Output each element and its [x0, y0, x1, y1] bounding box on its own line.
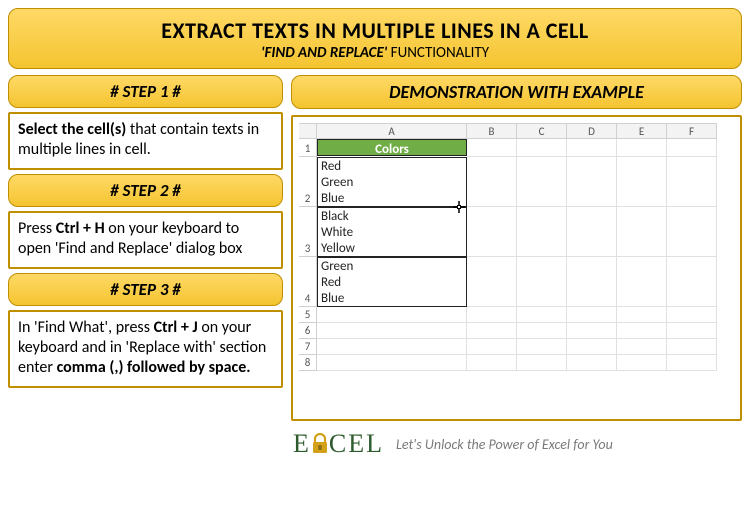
cell-e3[interactable] — [617, 207, 667, 257]
col-header-f[interactable]: F — [667, 123, 717, 139]
page-subtitle: 'FIND AND REPLACE' FUNCTIONALITY — [19, 44, 731, 62]
cell-d3[interactable] — [567, 207, 617, 257]
step-3-body: In 'Find What', press Ctrl + J on your k… — [8, 310, 283, 388]
cell-f3[interactable] — [667, 207, 717, 257]
cell-b4[interactable] — [467, 257, 517, 307]
row-header-3[interactable]: 3 — [299, 207, 317, 257]
lock-icon — [310, 431, 330, 457]
select-all-corner[interactable] — [299, 123, 317, 139]
row-7: 7 — [299, 339, 734, 355]
row-header-6[interactable]: 6 — [299, 323, 317, 339]
cell-c2[interactable] — [517, 157, 567, 207]
col-header-a[interactable]: A — [317, 123, 467, 139]
cell-c1[interactable] — [517, 139, 567, 157]
footer: E CEL Let's Unlock the Power of Excel fo… — [291, 427, 742, 457]
row-header-8[interactable]: 8 — [299, 355, 317, 371]
col-header-d[interactable]: D — [567, 123, 617, 139]
col-header-c[interactable]: C — [517, 123, 567, 139]
cell-e1[interactable] — [617, 139, 667, 157]
col-header-b[interactable]: B — [467, 123, 517, 139]
cell-a4[interactable]: Green Red Blue — [317, 257, 467, 307]
cell-e2[interactable] — [617, 157, 667, 207]
row-header-5[interactable]: 5 — [299, 307, 317, 323]
step-3-header: # STEP 3 # — [8, 273, 283, 306]
spreadsheet[interactable]: A B C D E F 1 Colors 2 — [299, 123, 734, 413]
row-1: 1 Colors — [299, 139, 734, 157]
step-2-header: # STEP 2 # — [8, 174, 283, 207]
spreadsheet-container: A B C D E F 1 Colors 2 — [291, 115, 742, 421]
cell-f2[interactable] — [667, 157, 717, 207]
subtitle-emphasis: 'FIND AND REPLACE' — [261, 44, 387, 62]
row-6: 6 — [299, 323, 734, 339]
tagline: Let's Unlock the Power of Excel for You — [396, 436, 613, 453]
row-8: 8 — [299, 355, 734, 371]
row-header-1[interactable]: 1 — [299, 139, 317, 157]
cell-e4[interactable] — [617, 257, 667, 307]
cell-d2[interactable] — [567, 157, 617, 207]
cell-a2[interactable]: Red Green Blue — [317, 157, 467, 207]
cell-f1[interactable] — [667, 139, 717, 157]
demo-header: DEMONSTRATION WITH EXAMPLE — [291, 75, 742, 109]
cell-b2[interactable] — [467, 157, 517, 207]
cell-b1[interactable] — [467, 139, 517, 157]
page-title: EXTRACT TEXTS IN MULTIPLE LINES IN A CEL… — [19, 17, 731, 44]
row-5: 5 — [299, 307, 734, 323]
row-3: 3 Black White Yellow — [299, 207, 734, 257]
col-header-e[interactable]: E — [617, 123, 667, 139]
step-1-header: # STEP 1 # — [8, 75, 283, 108]
left-column: # STEP 1 # Select the cell(s) that conta… — [8, 75, 283, 457]
logo-text-1: E — [293, 431, 311, 457]
subtitle-rest: FUNCTIONALITY — [387, 44, 489, 62]
step-2-body: Press Ctrl + H on your keyboard to open … — [8, 211, 283, 269]
step-1-body: Select the cell(s) that contain texts in… — [8, 112, 283, 170]
cell-a5[interactable] — [317, 307, 467, 323]
cell-c4[interactable] — [517, 257, 567, 307]
row-header-2[interactable]: 2 — [299, 157, 317, 207]
cell-b3[interactable] — [467, 207, 517, 257]
right-column: DEMONSTRATION WITH EXAMPLE A B C D E F 1… — [291, 75, 742, 457]
cell-d4[interactable] — [567, 257, 617, 307]
logo-text-2: CEL — [329, 431, 384, 457]
cell-a1-header[interactable]: Colors — [317, 139, 467, 156]
row-header-4[interactable]: 4 — [299, 257, 317, 307]
row-2: 2 Red Green Blue — [299, 157, 734, 207]
cell-c3[interactable] — [517, 207, 567, 257]
row-4: 4 Green Red Blue — [299, 257, 734, 307]
row-header-7[interactable]: 7 — [299, 339, 317, 355]
title-bar: EXTRACT TEXTS IN MULTIPLE LINES IN A CEL… — [8, 8, 742, 69]
logo: E CEL — [293, 431, 384, 457]
cell-a3[interactable]: Black White Yellow — [317, 207, 467, 257]
cell-f4[interactable] — [667, 257, 717, 307]
cell-d1[interactable] — [567, 139, 617, 157]
column-header-row: A B C D E F — [299, 123, 734, 139]
